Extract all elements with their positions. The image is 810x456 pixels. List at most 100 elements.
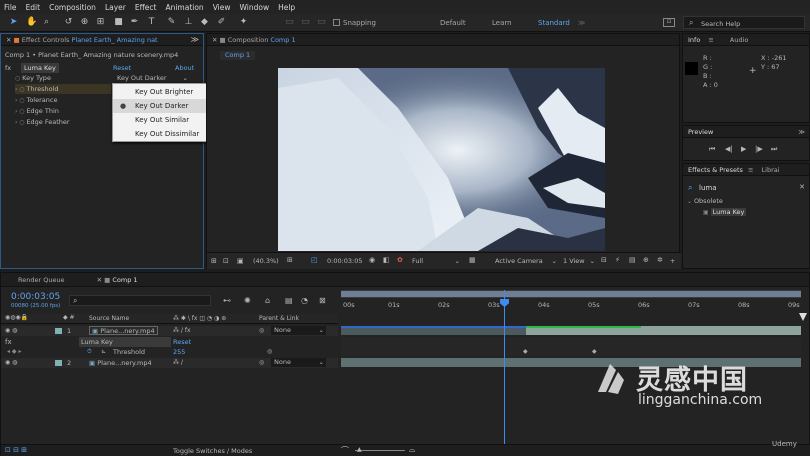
workspace-learn[interactable]: Learn [492, 19, 512, 27]
zoom-slider-handle[interactable]: ▲ [357, 446, 362, 453]
fx-toggle-icon[interactable]: fx [5, 63, 11, 73]
camera-dropdown[interactable]: Active Camera ⌄ [495, 257, 557, 265]
zoom-slider[interactable] [355, 450, 405, 451]
menu-icon[interactable]: ≡ [748, 166, 753, 174]
toggle-pixel-icon[interactable]: ⊟ [601, 256, 607, 264]
comp-timecode[interactable]: 0:00:03:05 [327, 257, 363, 265]
pan-behind-tool-icon[interactable]: ⊞ [95, 17, 106, 28]
fast-preview-icon[interactable]: ⚡ [615, 256, 620, 264]
work-area-bar[interactable] [341, 290, 801, 298]
effect-row[interactable]: fx Luma Key Reset [1, 337, 338, 347]
rotate-tool-icon[interactable]: ↺ [63, 17, 74, 28]
layer-1-bar[interactable] [341, 326, 801, 335]
effect-name[interactable]: Luma Key [21, 63, 59, 73]
close-icon[interactable]: ✕ [212, 36, 220, 44]
menu-edit[interactable]: Edit [26, 3, 41, 12]
close-icon[interactable]: ✕ [6, 36, 14, 44]
comp-subtab[interactable]: Comp 1 [220, 51, 256, 60]
last-frame-icon[interactable]: ⏭ [771, 145, 777, 154]
property-tolerance[interactable]: › ○ Tolerance [15, 95, 57, 105]
comp-flowchart-icon[interactable]: ⊷ [223, 296, 231, 305]
comp-settings-icon[interactable]: ⊡ ⊟ ⊞ [5, 446, 27, 454]
timeline-timecode[interactable]: 0:00:03:05 [11, 292, 60, 302]
view-options-icon[interactable]: ⊡ [223, 257, 229, 265]
selection-tool-icon[interactable]: ➤ [8, 17, 19, 28]
property-threshold[interactable]: › ○ Threshold [15, 84, 111, 94]
info-tab[interactable]: Info [688, 36, 700, 44]
prev-frame-icon[interactable]: ◀| [725, 145, 733, 153]
key-type-dropdown[interactable]: Key Out Darker ⌄ [117, 73, 191, 83]
timeline-search-input[interactable]: ⌕ [69, 295, 211, 306]
search-help-field[interactable]: ⌕ Search Help [683, 16, 805, 29]
panel-expand-icon[interactable]: ≫ [798, 126, 805, 137]
keyframe-1-icon[interactable]: ◆ [523, 348, 528, 355]
menu-layer[interactable]: Layer [105, 3, 126, 12]
next-frame-icon[interactable]: |▶ [755, 145, 763, 153]
transparency-grid-icon[interactable]: ▦ [469, 256, 476, 264]
resolution-dropdown[interactable]: Full ⌄ [412, 257, 460, 265]
composition-viewer-frame[interactable] [278, 68, 605, 251]
effect-luma-key-item[interactable]: ▣ Luma Key [703, 207, 747, 217]
snapping-checkbox[interactable] [333, 19, 340, 26]
workspace-standard[interactable]: Standard [538, 19, 570, 27]
camera-tool-icon[interactable]: ⊕ [79, 17, 90, 28]
panel-expand-icon[interactable]: ≫ [191, 35, 199, 44]
eraser-tool-icon[interactable]: ◆ [199, 17, 210, 28]
search-toggle-icon[interactable]: ⊡ [663, 18, 675, 27]
draft-3d-icon[interactable]: ✺ [244, 296, 251, 305]
menu-animation[interactable]: Animation [165, 3, 203, 12]
frame-blend-icon[interactable]: ▤ [285, 296, 293, 305]
property-edge-thin[interactable]: › ○ Edge Thin [15, 106, 59, 116]
rectangle-tool-icon[interactable]: ■ [113, 17, 124, 28]
preview-tab[interactable]: Preview [688, 128, 713, 136]
composition-tab[interactable]: ✕ ■ Composition Comp 1 [207, 34, 679, 46]
first-frame-icon[interactable]: ⏮ [709, 145, 715, 154]
shy-icon[interactable]: ⌂ [265, 296, 270, 305]
safe-zones-icon[interactable]: ⊞ [287, 256, 293, 264]
reset-exposure-icon[interactable]: ✲ [657, 256, 663, 264]
zoom-dropdown[interactable]: (40.3%) [253, 257, 279, 265]
align-icon-2[interactable]: ▭ [300, 17, 311, 28]
category-obsolete[interactable]: ⌄ Obsolete [687, 196, 723, 206]
puppet-tool-icon[interactable]: ✦ [238, 17, 249, 28]
threshold-row[interactable]: ◂ ◆ ▸ ⏱ ⊾ Threshold 255 ◎ [1, 347, 338, 357]
time-ruler[interactable]: 00s 01s 02s 03s 04s 05s 06s 07s 08s 09s [341, 301, 801, 311]
layer-row-1[interactable]: ◉ ◍ 1 ▣ Plane...nery.mp4 ⁂ / fx ◎ None ⌄ [1, 326, 338, 336]
align-icon-3[interactable]: ▭ [316, 17, 327, 28]
render-queue-tab[interactable]: Render Queue [18, 276, 65, 284]
workspace-default[interactable]: Default [440, 19, 466, 27]
mask-icon[interactable]: ▣ [237, 257, 244, 265]
graph-editor-icon[interactable]: ⊠ [319, 296, 326, 305]
clone-tool-icon[interactable]: ⊥ [183, 17, 194, 28]
show-snapshot-icon[interactable]: ◧ [383, 256, 390, 264]
libraries-tab[interactable]: Librai [762, 166, 780, 174]
source-name-header[interactable]: Source Name [89, 315, 129, 322]
zoom-tool-icon[interactable]: ⌕ [41, 17, 52, 28]
effect-reset-button[interactable]: Reset [113, 63, 131, 73]
menu-window[interactable]: Window [240, 3, 270, 12]
timeline-icon[interactable]: ▤ [629, 256, 636, 264]
always-preview-icon[interactable]: ⊞ [211, 257, 217, 265]
roto-tool-icon[interactable]: ✐ [216, 17, 227, 28]
parent-link-header[interactable]: Parent & Link [259, 315, 299, 322]
property-edge-feather[interactable]: › ○ Edge Feather [15, 117, 70, 127]
menu-file[interactable]: File [4, 3, 17, 12]
menu-help[interactable]: Help [278, 3, 295, 12]
layer-row-2[interactable]: ◉ ◍ 2 ▣ Plane...nery.mp4 ⁂ / ◎ None ⌄ [1, 358, 338, 368]
snapshot-icon[interactable]: ◉ [369, 256, 375, 264]
playhead[interactable] [504, 290, 505, 445]
zoom-out-icon[interactable]: ⌒ [341, 445, 349, 456]
clear-search-icon[interactable]: ✕ [799, 183, 805, 191]
menu-composition[interactable]: Composition [49, 3, 96, 12]
exposure-value[interactable]: + [670, 257, 675, 265]
close-icon[interactable]: ≡ [708, 36, 713, 44]
keyframe-2-icon[interactable]: ◆ [592, 348, 597, 355]
effects-presets-tab[interactable]: Effects & Presets [688, 166, 743, 174]
play-icon[interactable]: ▶ [741, 145, 746, 153]
pen-tool-icon[interactable]: ✒ [129, 17, 140, 28]
hand-tool-icon[interactable]: ✋ [26, 17, 37, 28]
audio-tab[interactable]: Audio [730, 36, 748, 44]
region-icon[interactable]: ◰ [311, 256, 318, 264]
toggle-switches-modes[interactable]: Toggle Switches / Modes [173, 447, 252, 455]
menu-effect[interactable]: Effect [135, 3, 157, 12]
